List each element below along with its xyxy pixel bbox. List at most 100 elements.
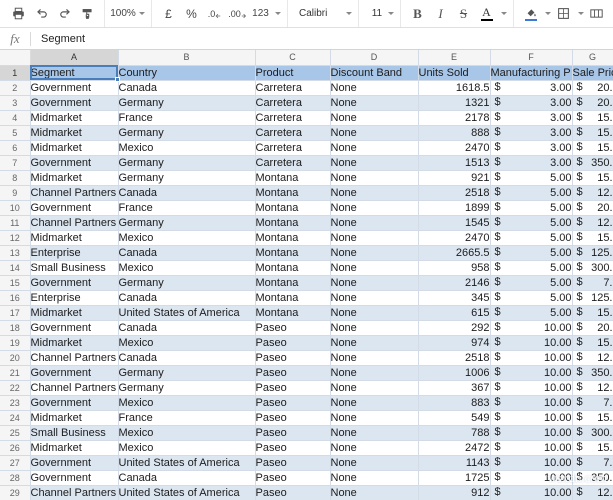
cell-E5[interactable]: 888: [418, 125, 491, 141]
cell-A23[interactable]: Government: [30, 395, 119, 411]
cell-A12[interactable]: Midmarket: [30, 230, 119, 246]
cell-E29[interactable]: 912: [418, 485, 491, 500]
cell-C19[interactable]: Paseo: [255, 335, 331, 351]
cell-F10[interactable]: $5.00: [490, 200, 573, 216]
cell-E15[interactable]: 2146: [418, 275, 491, 291]
cell-A6[interactable]: Midmarket: [30, 140, 119, 156]
cell-D5[interactable]: None: [330, 125, 419, 141]
cell-G26[interactable]: $15.: [572, 440, 613, 456]
row-header-18[interactable]: 18: [0, 320, 31, 336]
row-header-25[interactable]: 25: [0, 425, 31, 441]
italic-button[interactable]: I: [430, 3, 451, 24]
cell-B5[interactable]: Germany: [118, 125, 256, 141]
cell-E4[interactable]: 2178: [418, 110, 491, 126]
cell-C16[interactable]: Montana: [255, 290, 331, 306]
font-size-select[interactable]: 11: [359, 0, 401, 27]
column-header-a[interactable]: A: [30, 50, 119, 66]
table-row[interactable]: 14 Small Business Mexico Montana None 958 $5.0…: [0, 260, 613, 276]
table-row[interactable]: 25 Small Business Mexico Paseo None 788 $10.00…: [0, 425, 613, 441]
row-header-14[interactable]: 14: [0, 260, 31, 276]
cell-D12[interactable]: None: [330, 230, 419, 246]
cell-E2[interactable]: 1618.5: [418, 80, 491, 96]
fill-handle[interactable]: [115, 77, 120, 82]
cell-A3[interactable]: Government: [30, 95, 119, 111]
cell-C13[interactable]: Montana: [255, 245, 331, 261]
cell-G22[interactable]: $12.: [572, 380, 613, 396]
cell-E24[interactable]: 549: [418, 410, 491, 426]
cell-E26[interactable]: 2472: [418, 440, 491, 456]
row-header-17[interactable]: 17: [0, 305, 31, 321]
table-row[interactable]: 6 Midmarket Mexico Carretera None 2470 $3.00 $1…: [0, 140, 613, 156]
cell-F18[interactable]: $10.00: [490, 320, 573, 336]
cell-D21[interactable]: None: [330, 365, 419, 381]
more-formats-button[interactable]: 123: [250, 3, 271, 24]
cell-B26[interactable]: Mexico: [118, 440, 256, 456]
cell-B23[interactable]: Mexico: [118, 395, 256, 411]
cell-A4[interactable]: Midmarket: [30, 110, 119, 126]
cell-A17[interactable]: Midmarket: [30, 305, 119, 321]
text-color-button[interactable]: A: [476, 3, 497, 24]
chevron-down-icon-text-color[interactable]: [501, 12, 507, 15]
cell-C18[interactable]: Paseo: [255, 320, 331, 336]
table-row[interactable]: 5 Midmarket Germany Carretera None 888 $3.00 $1…: [0, 125, 613, 141]
cell-C27[interactable]: Paseo: [255, 455, 331, 471]
cell-G6[interactable]: $15.: [572, 140, 613, 156]
cell-B4[interactable]: France: [118, 110, 256, 126]
cell-C2[interactable]: Carretera: [255, 80, 331, 96]
cell-B25[interactable]: Mexico: [118, 425, 256, 441]
cell-B3[interactable]: Germany: [118, 95, 256, 111]
cell-F27[interactable]: $10.00: [490, 455, 573, 471]
cell-E18[interactable]: 292: [418, 320, 491, 336]
cell-B18[interactable]: Canada: [118, 320, 256, 336]
cell-G16[interactable]: $125.: [572, 290, 613, 306]
cell-D27[interactable]: None: [330, 455, 419, 471]
cell-A8[interactable]: Midmarket: [30, 170, 119, 186]
cell-B29[interactable]: United States of America: [118, 485, 256, 500]
decrease-decimal-button[interactable]: .0: [204, 3, 225, 24]
row-header-9[interactable]: 9: [0, 185, 31, 201]
table-row[interactable]: 4 Midmarket France Carretera None 2178 $3.00 $1…: [0, 110, 613, 126]
select-all-corner[interactable]: [0, 50, 31, 66]
row-header-7[interactable]: 7: [0, 155, 31, 171]
cell-E16[interactable]: 345: [418, 290, 491, 306]
cell-F20[interactable]: $10.00: [490, 350, 573, 366]
cell-E6[interactable]: 2470: [418, 140, 491, 156]
row-header-8[interactable]: 8: [0, 170, 31, 186]
cell-D3[interactable]: None: [330, 95, 419, 111]
cell-C5[interactable]: Carretera: [255, 125, 331, 141]
cell-A29[interactable]: Channel Partners: [30, 485, 119, 500]
cell-D23[interactable]: None: [330, 395, 419, 411]
column-header-f[interactable]: F: [490, 50, 573, 66]
cell-F4[interactable]: $3.00: [490, 110, 573, 126]
cell-E27[interactable]: 1143: [418, 455, 491, 471]
cell-E3[interactable]: 1321: [418, 95, 491, 111]
row-header-15[interactable]: 15: [0, 275, 31, 291]
cell-D2[interactable]: None: [330, 80, 419, 96]
row-header-5[interactable]: 5: [0, 125, 31, 141]
table-row[interactable]: 10 Government France Montana None 1899 $5.00 $2…: [0, 200, 613, 216]
row-header-4[interactable]: 4: [0, 110, 31, 126]
cell-F5[interactable]: $3.00: [490, 125, 573, 141]
cell-E25[interactable]: 788: [418, 425, 491, 441]
table-row[interactable]: 8 Midmarket Germany Montana None 921 $5.00 $15.: [0, 170, 613, 186]
cell-F24[interactable]: $10.00: [490, 410, 573, 426]
cell-E22[interactable]: 367: [418, 380, 491, 396]
cell-A9[interactable]: Channel Partners: [30, 185, 119, 201]
cell-A25[interactable]: Small Business: [30, 425, 119, 441]
cell-E13[interactable]: 2665.5: [418, 245, 491, 261]
cell-B13[interactable]: Canada: [118, 245, 256, 261]
row-header-28[interactable]: 28: [0, 470, 31, 486]
cell-G25[interactable]: $300.: [572, 425, 613, 441]
cell-D29[interactable]: None: [330, 485, 419, 500]
cell-G4[interactable]: $15.: [572, 110, 613, 126]
cell-C28[interactable]: Paseo: [255, 470, 331, 486]
cell-A10[interactable]: Government: [30, 200, 119, 216]
cell-C24[interactable]: Paseo: [255, 410, 331, 426]
cell-B22[interactable]: Germany: [118, 380, 256, 396]
cell-B9[interactable]: Canada: [118, 185, 256, 201]
row-header-13[interactable]: 13: [0, 245, 31, 261]
table-row[interactable]: 18 Government Canada Paseo None 292 $10.00 $20.: [0, 320, 613, 336]
cell-A16[interactable]: Enterprise: [30, 290, 119, 306]
cell-C14[interactable]: Montana: [255, 260, 331, 276]
cell-A24[interactable]: Midmarket: [30, 410, 119, 426]
